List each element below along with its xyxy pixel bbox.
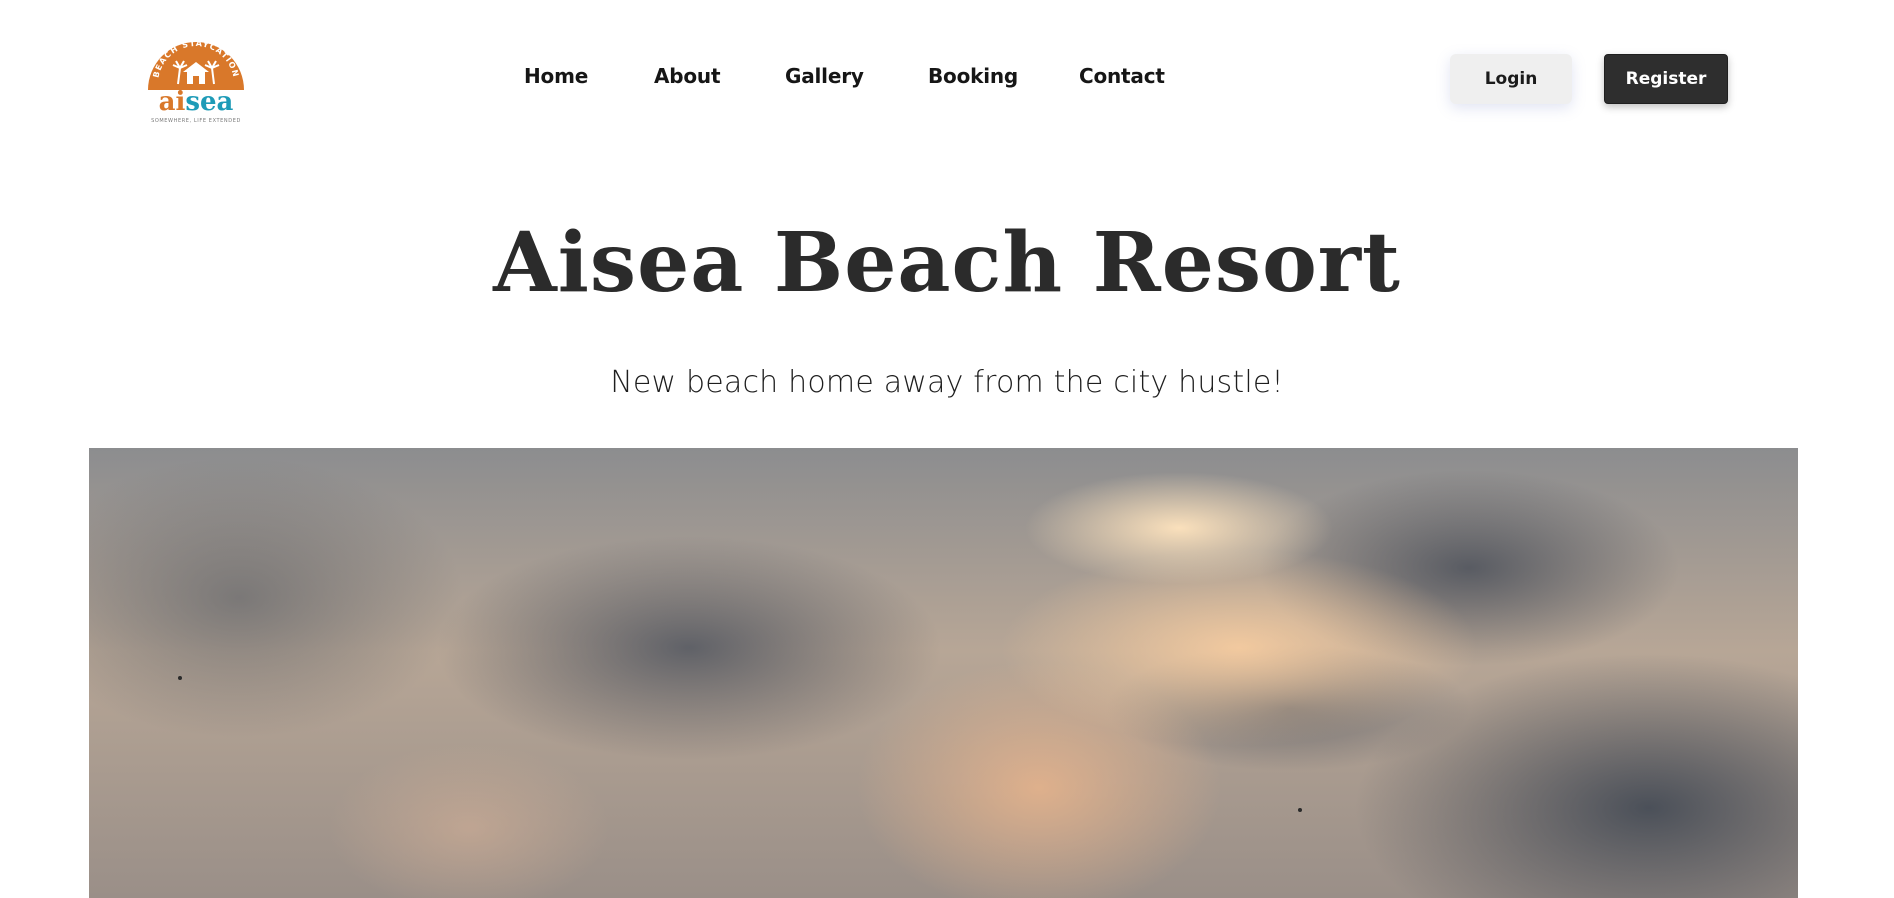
login-button[interactable]: Login: [1450, 54, 1572, 104]
bird-speck: [178, 676, 182, 680]
svg-text:SOMEWHERE, LIFE EXTENDED: SOMEWHERE, LIFE EXTENDED: [151, 118, 241, 124]
hero-subtitle: New beach home away from the city hustle…: [610, 365, 1284, 400]
nav-item-gallery[interactable]: Gallery: [785, 64, 864, 88]
nav-item-about[interactable]: About: [654, 64, 721, 88]
register-button[interactable]: Register: [1604, 54, 1728, 104]
hero-sky-image: [89, 448, 1798, 898]
nav-item-home[interactable]: Home: [524, 64, 588, 88]
nav-item-contact[interactable]: Contact: [1079, 64, 1165, 88]
page: BEACH STAYCATION aisea SOMEWHERE, LIFE E…: [0, 0, 1894, 898]
nav-item-booking[interactable]: Booking: [928, 64, 1018, 88]
hero-title: Aisea Beach Resort: [493, 215, 1401, 311]
bird-speck: [1298, 808, 1302, 812]
